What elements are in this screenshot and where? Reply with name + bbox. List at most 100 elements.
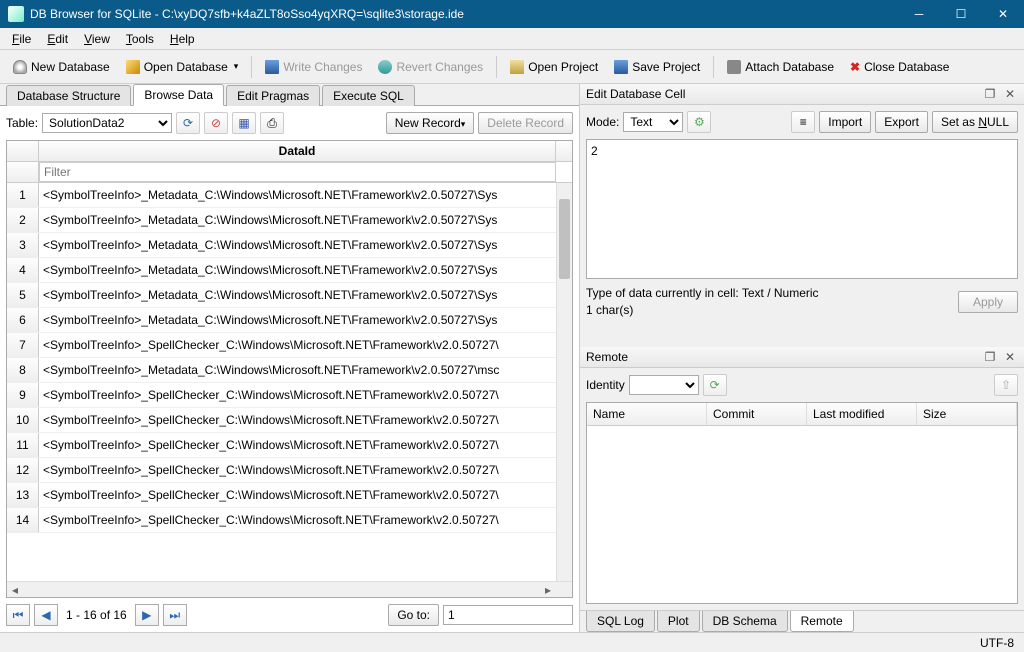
menu-file[interactable]: File	[4, 30, 39, 48]
cell-dataid[interactable]: <SymbolTreeInfo>_Metadata_C:\Windows\Mic…	[39, 263, 556, 277]
set-null-button[interactable]: Set as NULL	[932, 111, 1018, 133]
write-changes-button[interactable]: Write Changes	[258, 56, 369, 78]
table-row[interactable]: 14<SymbolTreeInfo>_SpellChecker_C:\Windo…	[7, 508, 556, 533]
cell-dataid[interactable]: <SymbolTreeInfo>_Metadata_C:\Windows\Mic…	[39, 188, 556, 202]
table-row[interactable]: 3<SymbolTreeInfo>_Metadata_C:\Windows\Mi…	[7, 233, 556, 258]
table-row[interactable]: 7<SymbolTreeInfo>_SpellChecker_C:\Window…	[7, 333, 556, 358]
menu-tools[interactable]: Tools	[118, 30, 162, 48]
prev-page-button[interactable]: ◀	[34, 604, 58, 626]
remote-table: Name Commit Last modified Size	[586, 402, 1018, 604]
panel-close-button[interactable]: ✕	[1002, 350, 1018, 364]
cell-dataid[interactable]: <SymbolTreeInfo>_Metadata_C:\Windows\Mic…	[39, 238, 556, 252]
revert-icon	[378, 60, 392, 74]
minimize-button[interactable]: ─	[898, 0, 940, 28]
column-header-dataid[interactable]: DataId	[39, 141, 556, 161]
cell-dataid[interactable]: <SymbolTreeInfo>_SpellChecker_C:\Windows…	[39, 463, 556, 477]
cell-dataid[interactable]: <SymbolTreeInfo>_SpellChecker_C:\Windows…	[39, 338, 556, 352]
table-row[interactable]: 8<SymbolTreeInfo>_Metadata_C:\Windows\Mi…	[7, 358, 556, 383]
edit-cell-panel-header: Edit Database Cell ❐ ✕	[580, 84, 1024, 105]
tab-execute-sql[interactable]: Execute SQL	[322, 85, 415, 106]
open-project-button[interactable]: Open Project	[503, 56, 605, 78]
remote-col-name[interactable]: Name	[587, 403, 707, 425]
first-page-button[interactable]: ⏮	[6, 604, 30, 626]
delete-record-button[interactable]: Delete Record	[478, 112, 573, 134]
table-row[interactable]: 5<SymbolTreeInfo>_Metadata_C:\Windows\Mi…	[7, 283, 556, 308]
identity-refresh-button[interactable]: ⟳	[703, 374, 727, 396]
table-row[interactable]: 1<SymbolTreeInfo>_Metadata_C:\Windows\Mi…	[7, 183, 556, 208]
print-button[interactable]: ⎙	[260, 112, 284, 134]
cell-dataid[interactable]: <SymbolTreeInfo>_SpellChecker_C:\Windows…	[39, 438, 556, 452]
maximize-button[interactable]: ☐	[940, 0, 982, 28]
text-align-button[interactable]: ≡	[791, 111, 815, 133]
horizontal-scrollbar[interactable]: ◂▸	[7, 581, 572, 597]
open-database-button[interactable]: Open Database▾	[119, 56, 246, 78]
tab-database-structure[interactable]: Database Structure	[6, 85, 131, 106]
cell-dataid[interactable]: <SymbolTreeInfo>_Metadata_C:\Windows\Mic…	[39, 288, 556, 302]
cell-editor[interactable]: 2	[586, 139, 1018, 279]
identity-select[interactable]	[629, 375, 699, 395]
window-title: DB Browser for SQLite - C:\xyDQ7sfb+k4aZ…	[30, 7, 898, 21]
goto-input[interactable]	[443, 605, 573, 625]
next-page-button[interactable]: ▶	[135, 604, 159, 626]
panel-close-button[interactable]: ✕	[1002, 87, 1018, 101]
tab-db-schema[interactable]: DB Schema	[702, 611, 788, 632]
remote-col-commit[interactable]: Commit	[707, 403, 807, 425]
revert-changes-button[interactable]: Revert Changes	[371, 56, 490, 78]
table-select[interactable]: SolutionData2	[42, 113, 172, 133]
table-row[interactable]: 4<SymbolTreeInfo>_Metadata_C:\Windows\Mi…	[7, 258, 556, 283]
mode-action-button[interactable]: ⚙	[687, 111, 711, 133]
last-page-button[interactable]: ⏭	[163, 604, 187, 626]
close-icon: ✖	[850, 60, 860, 74]
close-button[interactable]: ✕	[982, 0, 1024, 28]
table-row[interactable]: 10<SymbolTreeInfo>_SpellChecker_C:\Windo…	[7, 408, 556, 433]
table-row[interactable]: 6<SymbolTreeInfo>_Metadata_C:\Windows\Mi…	[7, 308, 556, 333]
table-row[interactable]: 2<SymbolTreeInfo>_Metadata_C:\Windows\Mi…	[7, 208, 556, 233]
tab-sql-log[interactable]: SQL Log	[586, 611, 655, 632]
table-row[interactable]: 12<SymbolTreeInfo>_SpellChecker_C:\Windo…	[7, 458, 556, 483]
apply-button[interactable]: Apply	[958, 291, 1018, 313]
attach-icon	[727, 60, 741, 74]
menu-help[interactable]: Help	[162, 30, 203, 48]
new-database-button[interactable]: New Database	[6, 56, 117, 78]
globe-icon: ⟳	[710, 378, 720, 392]
remote-push-button[interactable]: ⇧	[994, 374, 1018, 396]
table-row[interactable]: 9<SymbolTreeInfo>_SpellChecker_C:\Window…	[7, 383, 556, 408]
cell-dataid[interactable]: <SymbolTreeInfo>_Metadata_C:\Windows\Mic…	[39, 313, 556, 327]
cell-dataid[interactable]: <SymbolTreeInfo>_SpellChecker_C:\Windows…	[39, 513, 556, 527]
cell-dataid[interactable]: <SymbolTreeInfo>_SpellChecker_C:\Windows…	[39, 488, 556, 502]
table-row[interactable]: 13<SymbolTreeInfo>_SpellChecker_C:\Windo…	[7, 483, 556, 508]
new-record-button[interactable]: New Record▾	[386, 112, 475, 134]
cell-dataid[interactable]: <SymbolTreeInfo>_SpellChecker_C:\Windows…	[39, 388, 556, 402]
cell-dataid[interactable]: <SymbolTreeInfo>_Metadata_C:\Windows\Mic…	[39, 363, 556, 377]
menu-edit[interactable]: Edit	[39, 30, 76, 48]
goto-button[interactable]: Go to:	[388, 604, 439, 626]
attach-database-button[interactable]: Attach Database	[720, 56, 841, 78]
clear-filters-button[interactable]: ⊘	[204, 112, 228, 134]
mode-select[interactable]: Text	[623, 112, 683, 132]
table-row[interactable]: 11<SymbolTreeInfo>_SpellChecker_C:\Windo…	[7, 433, 556, 458]
refresh-button[interactable]: ⟳	[176, 112, 200, 134]
remote-col-size[interactable]: Size	[917, 403, 1017, 425]
folder-open-icon	[126, 60, 140, 74]
import-button[interactable]: Import	[819, 111, 871, 133]
menu-view[interactable]: View	[76, 30, 118, 48]
cell-dataid[interactable]: <SymbolTreeInfo>_Metadata_C:\Windows\Mic…	[39, 213, 556, 227]
row-number: 5	[7, 283, 39, 307]
panel-undock-button[interactable]: ❐	[982, 87, 998, 101]
save-project-button[interactable]: Save Project	[607, 56, 707, 78]
cell-dataid[interactable]: <SymbolTreeInfo>_SpellChecker_C:\Windows…	[39, 413, 556, 427]
mode-label: Mode:	[586, 115, 619, 129]
export-button[interactable]: Export	[875, 111, 928, 133]
save-table-button[interactable]: ▦	[232, 112, 256, 134]
remote-col-modified[interactable]: Last modified	[807, 403, 917, 425]
pager-status: 1 - 16 of 16	[66, 608, 127, 622]
filter-input[interactable]	[39, 162, 556, 182]
tab-remote[interactable]: Remote	[790, 611, 854, 632]
tab-edit-pragmas[interactable]: Edit Pragmas	[226, 85, 320, 106]
tab-plot[interactable]: Plot	[657, 611, 700, 632]
vertical-scrollbar[interactable]	[556, 183, 572, 581]
close-database-button[interactable]: ✖Close Database	[843, 56, 956, 78]
panel-undock-button[interactable]: ❐	[982, 350, 998, 364]
row-number: 3	[7, 233, 39, 257]
tab-browse-data[interactable]: Browse Data	[133, 84, 224, 106]
